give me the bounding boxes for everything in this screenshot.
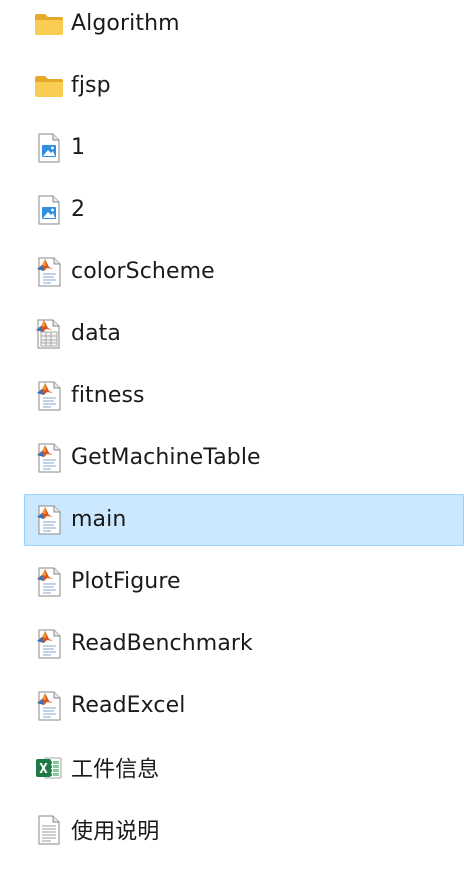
text-file-icon [33,814,65,846]
file-row-algorithm[interactable]: Algorithm [24,0,464,50]
image-file-icon [33,194,65,226]
file-row-instructions[interactable]: 使用说明 [24,804,464,856]
matlab-file-icon [33,628,65,660]
file-name: fitness [71,383,145,408]
file-row-main[interactable]: main [24,494,464,546]
file-row-colorscheme[interactable]: colorScheme [24,246,464,298]
matlab-file-icon [33,256,65,288]
matlab-file-icon [33,504,65,536]
file-row-readexcel[interactable]: ReadExcel [24,680,464,732]
file-name: 使用说明 [71,819,160,845]
file-name: 工件信息 [71,757,160,783]
file-row-2[interactable]: 2 [24,184,464,236]
excel-file-icon [33,752,65,784]
file-name: 2 [71,197,86,222]
matlab-data-file-icon [33,318,65,350]
file-row-data[interactable]: data [24,308,464,360]
file-row-workpiece-info[interactable]: 工件信息 [24,742,464,794]
file-name: 1 [71,135,86,160]
file-row-fitness[interactable]: fitness [24,370,464,422]
matlab-file-icon [33,442,65,474]
folder-icon [33,8,65,40]
file-name: main [71,507,127,532]
file-name: fjsp [71,73,111,98]
file-list: Algorithm fjsp 1 2 colorScheme data fitn… [0,0,464,875]
image-file-icon [33,132,65,164]
file-row-fjsp[interactable]: fjsp [24,60,464,112]
file-name: Algorithm [71,11,180,36]
matlab-file-icon [33,690,65,722]
file-name: ReadExcel [71,693,186,718]
matlab-file-icon [33,566,65,598]
file-name: GetMachineTable [71,445,261,470]
file-name: data [71,321,121,346]
file-row-getmachinetable[interactable]: GetMachineTable [24,432,464,484]
file-row-readbenchmark[interactable]: ReadBenchmark [24,618,464,670]
file-name: ReadBenchmark [71,631,253,656]
file-name: colorScheme [71,259,215,284]
file-row-plotfigure[interactable]: PlotFigure [24,556,464,608]
file-name: PlotFigure [71,569,181,594]
file-row-1[interactable]: 1 [24,122,464,174]
matlab-file-icon [33,380,65,412]
folder-icon [33,70,65,102]
